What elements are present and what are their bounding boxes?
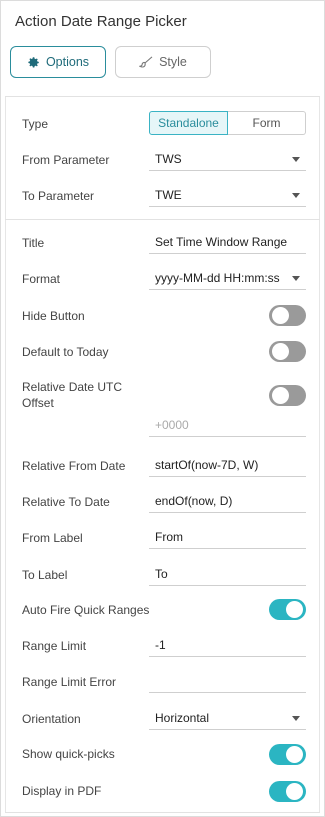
orientation-label: Orientation — [22, 712, 81, 726]
range-limit-error-input[interactable] — [149, 669, 306, 693]
relative-utc-toggle[interactable] — [269, 385, 306, 406]
from-parameter-label: From Parameter — [22, 153, 110, 167]
style-tab-button[interactable]: Style — [115, 46, 211, 78]
to-label-input[interactable]: To — [149, 562, 306, 586]
title-input[interactable]: Set Time Window Range — [149, 230, 306, 254]
title-label: Title — [22, 236, 45, 250]
relative-from-input[interactable]: startOf(now-7D, W) — [149, 453, 306, 477]
type-label: Type — [22, 117, 49, 131]
to-label-label: To Label — [22, 568, 68, 582]
auto-fire-toggle[interactable] — [269, 599, 306, 620]
divider — [5, 219, 320, 220]
range-limit-input[interactable]: -1 — [149, 633, 306, 657]
relative-to-input[interactable]: endOf(now, D) — [149, 489, 306, 513]
auto-fire-label: Auto Fire Quick Ranges — [22, 603, 150, 617]
to-parameter-label: To Parameter — [22, 189, 95, 203]
divider — [5, 96, 320, 97]
type-standalone-option[interactable]: Standalone — [149, 111, 228, 135]
format-label: Format — [22, 272, 61, 286]
toggle-knob — [286, 746, 303, 763]
range-limit-label: Range Limit — [22, 639, 87, 653]
toggle-knob — [272, 307, 289, 324]
display-pdf-label: Display in PDF — [22, 784, 102, 798]
type-segmented-control: Standalone Form — [149, 111, 306, 135]
from-parameter-select[interactable]: TWS — [149, 147, 306, 171]
toggle-knob — [286, 601, 303, 618]
display-pdf-toggle[interactable] — [269, 781, 306, 802]
default-today-toggle[interactable] — [269, 341, 306, 362]
to-parameter-select[interactable]: TWE — [149, 183, 306, 207]
relative-from-label: Relative From Date — [22, 459, 126, 473]
from-label-label: From Label — [22, 531, 83, 545]
toggle-knob — [272, 343, 289, 360]
toggle-knob — [286, 783, 303, 800]
settings-panel: Action Date Range Picker Options Style T… — [0, 0, 325, 817]
show-quick-picks-toggle[interactable] — [269, 744, 306, 765]
right-border — [319, 97, 320, 812]
relative-utc-label: Relative Date UTC Offset — [22, 380, 123, 410]
left-border — [5, 97, 6, 812]
divider — [5, 812, 320, 813]
default-today-label: Default to Today — [22, 345, 109, 359]
format-select[interactable]: yyyy-MM-dd HH:mm:ss — [149, 266, 306, 290]
panel-title: Action Date Range Picker — [15, 13, 187, 30]
hide-button-toggle[interactable] — [269, 305, 306, 326]
range-limit-error-label: Range Limit Error — [22, 675, 117, 689]
toggle-knob — [272, 387, 289, 404]
gear-icon — [28, 56, 39, 67]
utc-offset-input[interactable]: +0000 — [149, 413, 306, 437]
style-tab-label: Style — [159, 55, 187, 69]
orientation-select[interactable]: Horizontal — [149, 706, 306, 730]
type-form-option[interactable]: Form — [228, 111, 306, 135]
from-label-input[interactable]: From — [149, 525, 306, 549]
hide-button-label: Hide Button — [22, 309, 85, 323]
show-quick-picks-label: Show quick-picks — [22, 747, 115, 761]
utc-offset-placeholder: +0000 — [155, 417, 189, 432]
options-tab-label: Options — [45, 55, 90, 69]
options-tab-button[interactable]: Options — [10, 46, 106, 78]
brush-icon — [139, 56, 153, 68]
relative-to-label: Relative To Date — [22, 495, 110, 509]
